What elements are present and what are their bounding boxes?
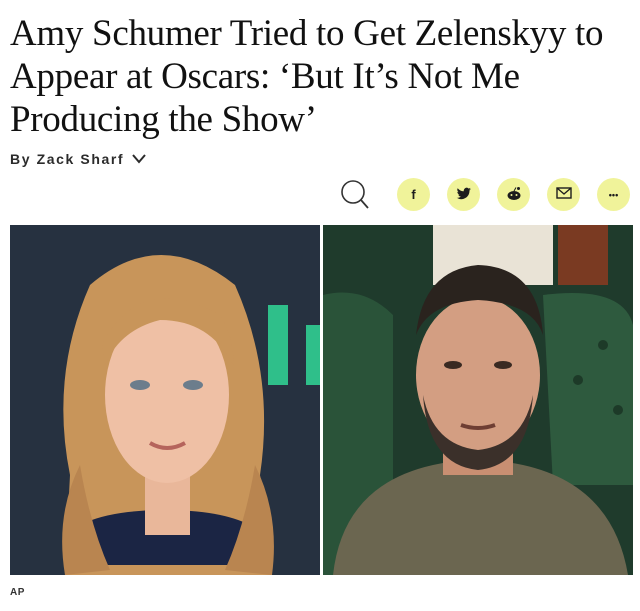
email-icon (555, 187, 572, 202)
photo-credit: AP (10, 587, 25, 598)
share-bar: f ••• (397, 178, 630, 211)
twitter-icon (456, 187, 472, 203)
twitter-share-button[interactable] (447, 178, 480, 211)
facebook-icon: f (411, 187, 416, 202)
photo-amy-schumer (10, 225, 320, 575)
byline[interactable]: By Zack Sharf (10, 151, 146, 167)
facebook-share-button[interactable]: f (397, 178, 430, 211)
photo-zelenskyy (323, 225, 633, 575)
more-options-button[interactable]: ••• (597, 178, 630, 211)
search-icon[interactable] (338, 178, 372, 212)
more-icon: ••• (608, 189, 619, 200)
article-headline: Amy Schumer Tried to Get Zelenskyy to Ap… (10, 13, 604, 140)
reddit-icon (505, 186, 523, 204)
reddit-share-button[interactable] (497, 178, 530, 211)
chevron-down-icon[interactable] (132, 154, 146, 164)
author-name: By Zack Sharf (10, 151, 125, 167)
email-share-button[interactable] (547, 178, 580, 211)
